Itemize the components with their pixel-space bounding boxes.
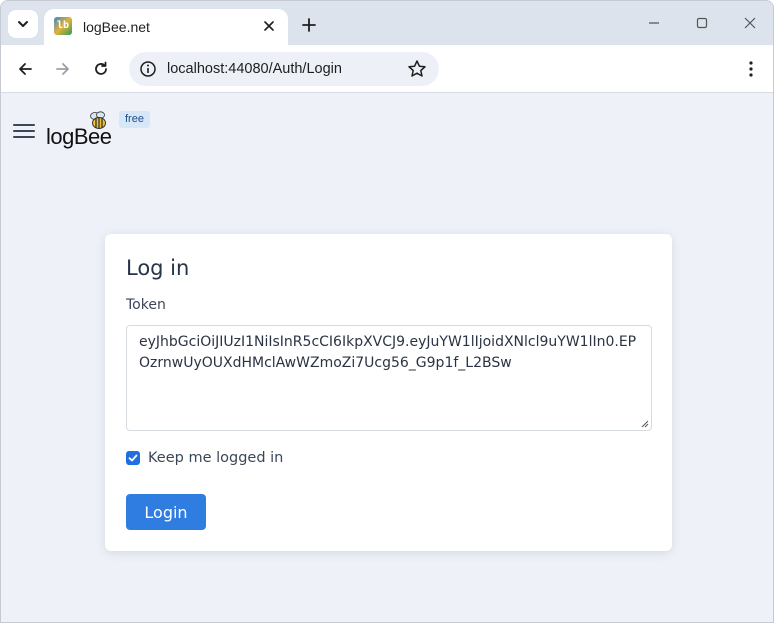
plan-badge: free (119, 111, 150, 128)
hamburger-icon[interactable] (13, 122, 35, 140)
reload-button[interactable] (89, 57, 113, 81)
token-textarea[interactable]: eyJhbGciOiJIUzI1NiIsInR5cCI6IkpXVCJ9.eyJ… (126, 325, 652, 431)
keep-logged-in-label: Keep me logged in (148, 450, 284, 466)
close-window-button[interactable] (735, 11, 765, 35)
minimize-button[interactable] (639, 11, 669, 35)
logo[interactable]: logBee (46, 110, 116, 150)
login-button[interactable]: Login (126, 494, 206, 530)
close-icon (744, 17, 756, 29)
new-tab-button[interactable] (297, 13, 321, 37)
url-text: localhost:44080/Auth/Login (167, 61, 342, 77)
browser-toolbar: localhost:44080/Auth/Login (1, 45, 773, 93)
checkmark-icon (128, 454, 138, 462)
page-content: logBee free Log in Token eyJhbGciOiJIUzI… (1, 94, 773, 622)
favicon-text: lb (57, 20, 70, 31)
token-label: Token (126, 297, 166, 313)
tab-close-button[interactable] (260, 17, 278, 35)
plus-icon (302, 18, 316, 32)
tab-search-button[interactable] (8, 10, 38, 38)
resize-grip-icon[interactable] (639, 418, 649, 428)
keep-logged-in-checkbox[interactable] (126, 451, 140, 465)
minimize-icon (649, 22, 659, 24)
address-bar[interactable]: localhost:44080/Auth/Login (129, 52, 439, 86)
tab-title: logBee.net (83, 19, 150, 35)
token-value: eyJhbGciOiJIUzI1NiIsInR5cCI6IkpXVCJ9.eyJ… (139, 334, 637, 371)
chevron-down-icon (18, 21, 28, 27)
maximize-icon (696, 17, 708, 29)
star-icon[interactable] (407, 59, 427, 79)
keep-logged-in-row[interactable]: Keep me logged in (126, 448, 283, 468)
reload-icon (95, 61, 107, 75)
page-title: Log in (126, 256, 190, 280)
info-icon[interactable] (139, 60, 157, 78)
kebab-menu-icon (749, 61, 753, 77)
login-card: Log in Token eyJhbGciOiJIUzI1NiIsInR5cCI… (105, 234, 672, 551)
bee-icon (90, 111, 106, 129)
browser-menu-button[interactable] (739, 57, 763, 81)
tab-strip: lb logBee.net (1, 1, 773, 45)
browser-window: lb logBee.net localhost:44080/Auth/Login… (0, 0, 774, 623)
favicon: lb (54, 17, 72, 35)
forward-button[interactable] (51, 57, 75, 81)
arrow-right-icon (56, 63, 69, 75)
arrow-left-icon (19, 63, 32, 75)
close-icon (264, 21, 274, 31)
back-button[interactable] (13, 57, 37, 81)
browser-tab[interactable]: lb logBee.net (44, 9, 288, 45)
maximize-button[interactable] (687, 11, 717, 35)
